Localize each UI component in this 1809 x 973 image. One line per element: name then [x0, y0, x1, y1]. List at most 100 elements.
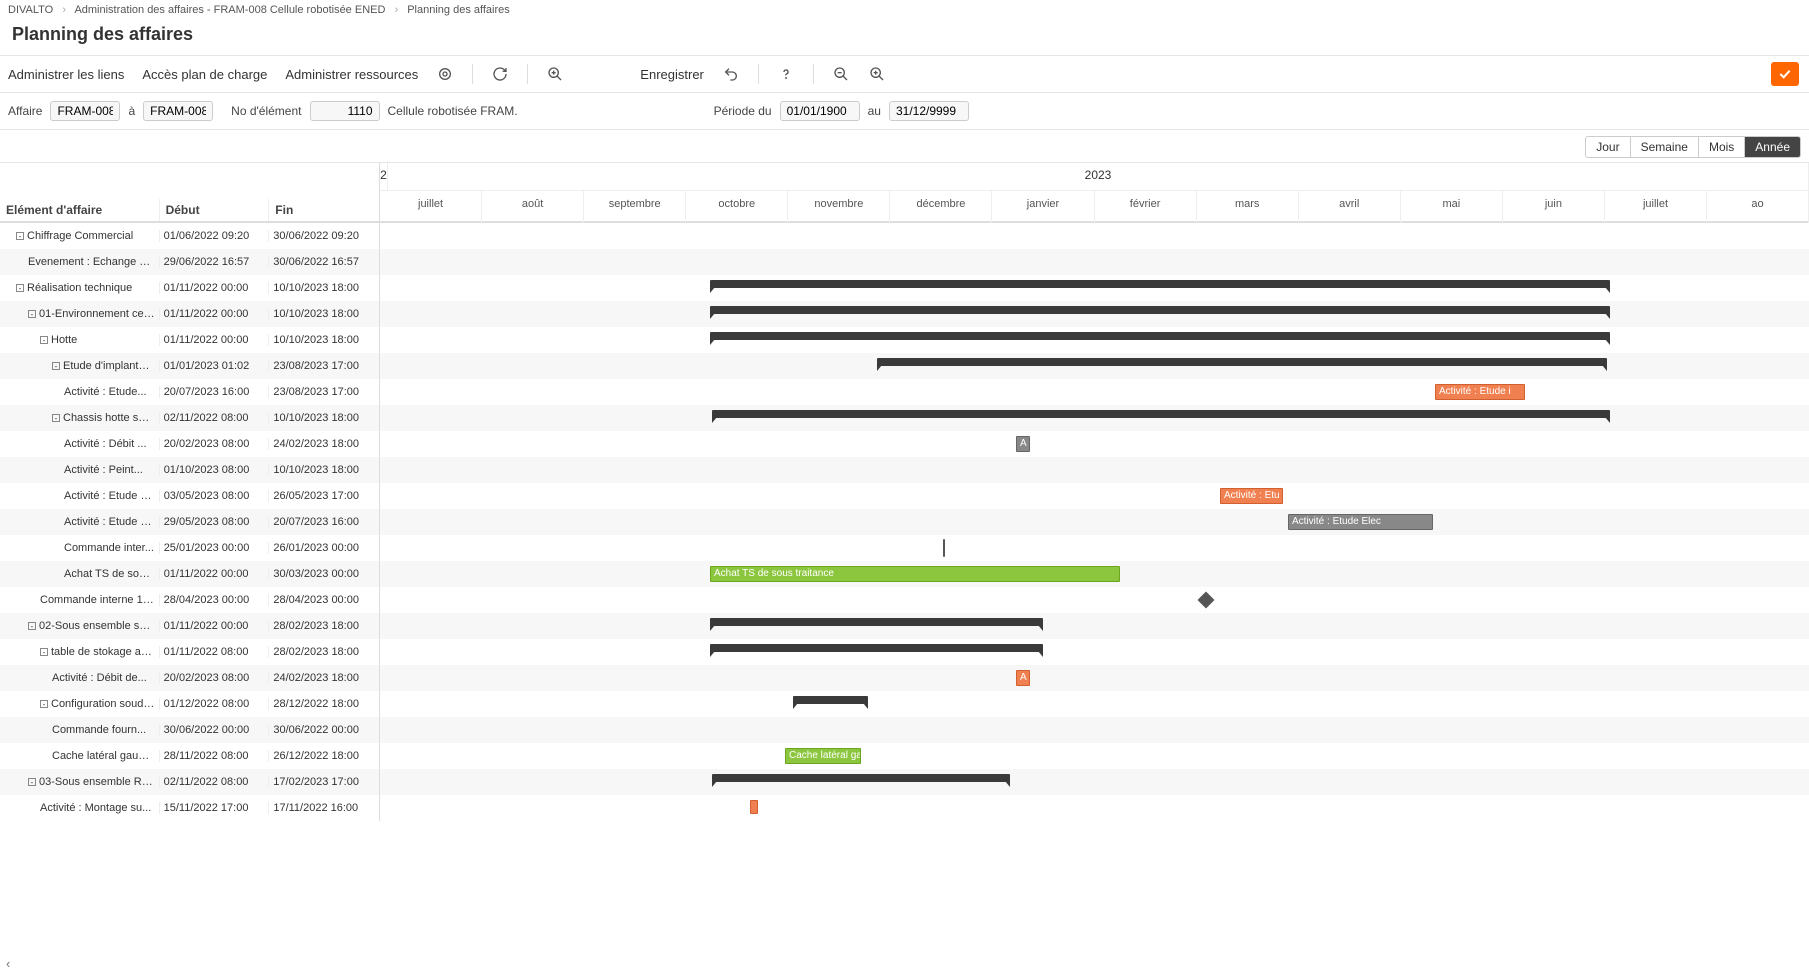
- collapse-icon[interactable]: -: [28, 622, 36, 630]
- table-row[interactable]: -Chiffrage Commercial01/06/2022 09:2030/…: [0, 223, 379, 249]
- collapse-icon[interactable]: -: [40, 648, 48, 656]
- save-button[interactable]: Enregistrer: [640, 67, 704, 82]
- table-row[interactable]: Commande inter...25/01/2023 00:0026/01/2…: [0, 535, 379, 561]
- summary-bar[interactable]: [710, 332, 1610, 340]
- scroll-left-icon[interactable]: ‹: [6, 956, 10, 971]
- gantt-right-pane[interactable]: 2 2023 juilletaoûtseptembreoctobrenovemb…: [380, 163, 1809, 821]
- admin-links-button[interactable]: Administrer les liens: [8, 67, 124, 82]
- task-bar[interactable]: A: [1016, 670, 1030, 686]
- target-icon[interactable]: [436, 65, 454, 83]
- marker-bar[interactable]: [943, 539, 945, 557]
- view-week[interactable]: Semaine: [1630, 137, 1698, 157]
- view-year[interactable]: Année: [1744, 137, 1800, 157]
- table-row[interactable]: -03-Sous ensemble Robo...02/11/2022 08:0…: [0, 769, 379, 795]
- summary-bar[interactable]: [710, 280, 1610, 288]
- access-plan-button[interactable]: Accès plan de charge: [142, 67, 267, 82]
- zoom-add-icon[interactable]: [546, 65, 564, 83]
- confirm-button[interactable]: [1771, 62, 1799, 86]
- table-row[interactable]: -Chassis hotte sur ...02/11/2022 08:0010…: [0, 405, 379, 431]
- affaire-to-input[interactable]: [143, 101, 213, 121]
- row-name: -02-Sous ensemble soud...: [0, 620, 160, 632]
- gantt-row: [380, 639, 1809, 665]
- table-row[interactable]: -Configuration soudage01/12/2022 08:0028…: [0, 691, 379, 717]
- collapse-icon[interactable]: -: [28, 310, 36, 318]
- row-end: 17/11/2022 16:00: [269, 802, 379, 814]
- collapse-icon[interactable]: -: [40, 336, 48, 344]
- table-row[interactable]: -01-Environnement cellule01/11/2022 00:0…: [0, 301, 379, 327]
- month-cell: novembre: [788, 191, 890, 223]
- breadcrumb-root[interactable]: DIVALTO: [8, 4, 53, 16]
- help-icon[interactable]: [777, 65, 795, 83]
- row-name: Activité : Peint...: [0, 464, 160, 476]
- task-bar[interactable]: A: [1016, 436, 1030, 452]
- col-start[interactable]: Début: [160, 199, 270, 221]
- collapse-icon[interactable]: -: [40, 700, 48, 708]
- table-row[interactable]: Activité : Etude...20/07/2023 16:0023/08…: [0, 379, 379, 405]
- row-start: 20/02/2023 08:00: [160, 672, 270, 684]
- chevron-right-icon: ›: [62, 4, 66, 16]
- row-name: -table de stokage am...: [0, 646, 160, 658]
- table-row[interactable]: -table de stokage am...01/11/2022 08:002…: [0, 639, 379, 665]
- refresh-icon[interactable]: [491, 65, 509, 83]
- gantt-row: [380, 405, 1809, 431]
- row-name: Achat TS de sous ...: [0, 568, 160, 580]
- breadcrumb-leaf[interactable]: Planning des affaires: [407, 4, 510, 16]
- table-row[interactable]: Activité : Débit de...20/02/2023 08:0024…: [0, 665, 379, 691]
- task-bar[interactable]: Achat TS de sous traitance: [710, 566, 1120, 582]
- collapse-icon[interactable]: -: [52, 362, 60, 370]
- task-bar[interactable]: Activité : Etude Elec: [1288, 514, 1433, 530]
- col-name[interactable]: Elément d'affaire: [0, 199, 160, 221]
- collapse-icon[interactable]: -: [52, 414, 60, 422]
- table-row[interactable]: -Réalisation technique01/11/2022 00:0010…: [0, 275, 379, 301]
- gantt-left-header: Elément d'affaire Début Fin: [0, 163, 379, 223]
- zoom-in-icon[interactable]: [868, 65, 886, 83]
- collapse-icon[interactable]: -: [16, 284, 24, 292]
- affaire-from-input[interactable]: [50, 101, 120, 121]
- gantt-row: [380, 353, 1809, 379]
- breadcrumb-mid[interactable]: Administration des affaires - FRAM-008 C…: [74, 4, 385, 16]
- table-row[interactable]: Achat TS de sous ...01/11/2022 00:0030/0…: [0, 561, 379, 587]
- collapse-icon[interactable]: -: [16, 232, 24, 240]
- task-bar[interactable]: [750, 800, 758, 814]
- milestone-icon[interactable]: [1198, 592, 1215, 609]
- summary-bar[interactable]: [710, 644, 1043, 652]
- row-name: -Chassis hotte sur ...: [0, 412, 160, 424]
- table-row[interactable]: Activité : Débit ...20/02/2023 08:0024/0…: [0, 431, 379, 457]
- table-row[interactable]: Activité : Montage su...15/11/2022 17:00…: [0, 795, 379, 821]
- zoom-out-icon[interactable]: [832, 65, 850, 83]
- periode-from-input[interactable]: [780, 101, 860, 121]
- row-end: 28/04/2023 00:00: [269, 594, 379, 606]
- summary-bar[interactable]: [710, 306, 1610, 314]
- month-cell: février: [1095, 191, 1197, 223]
- summary-bar[interactable]: [710, 618, 1043, 626]
- undo-icon[interactable]: [722, 65, 740, 83]
- summary-bar[interactable]: [877, 358, 1607, 366]
- row-start: 01/11/2022 08:00: [160, 646, 270, 658]
- view-month[interactable]: Mois: [1698, 137, 1744, 157]
- table-row[interactable]: Cache latéral gauche28/11/2022 08:0026/1…: [0, 743, 379, 769]
- view-day[interactable]: Jour: [1586, 137, 1629, 157]
- table-row[interactable]: Commande fourn...30/06/2022 00:0030/06/2…: [0, 717, 379, 743]
- noelement-input[interactable]: [310, 101, 380, 121]
- table-row[interactable]: -02-Sous ensemble soud...01/11/2022 00:0…: [0, 613, 379, 639]
- table-row[interactable]: Commande interne 179528/04/2023 00:0028/…: [0, 587, 379, 613]
- collapse-icon[interactable]: -: [28, 778, 36, 786]
- summary-bar[interactable]: [793, 696, 868, 704]
- table-row[interactable]: -Etude d'implantat...01/01/2023 01:0223/…: [0, 353, 379, 379]
- table-row[interactable]: Evenement : Echange av...29/06/2022 16:5…: [0, 249, 379, 275]
- task-bar[interactable]: Cache latéral ga: [785, 748, 861, 764]
- task-bar[interactable]: Activité : Etu: [1220, 488, 1283, 504]
- admin-resources-button[interactable]: Administrer ressources: [285, 67, 418, 82]
- table-row[interactable]: Activité : Etude Elec29/05/2023 08:0020/…: [0, 509, 379, 535]
- periode-to-input[interactable]: [889, 101, 969, 121]
- summary-bar[interactable]: [712, 774, 1010, 782]
- table-row[interactable]: Activité : Peint...01/10/2023 08:0010/10…: [0, 457, 379, 483]
- page-title: Planning des affaires: [0, 20, 1809, 55]
- summary-bar[interactable]: [712, 410, 1610, 418]
- divider: [527, 64, 528, 84]
- table-row[interactable]: Activité : Etude m...03/05/2023 08:0026/…: [0, 483, 379, 509]
- table-row[interactable]: -Hotte01/11/2022 00:0010/10/2023 18:00: [0, 327, 379, 353]
- task-bar[interactable]: Activité : Etude i: [1435, 384, 1525, 400]
- col-end[interactable]: Fin: [269, 199, 379, 221]
- divider: [813, 64, 814, 84]
